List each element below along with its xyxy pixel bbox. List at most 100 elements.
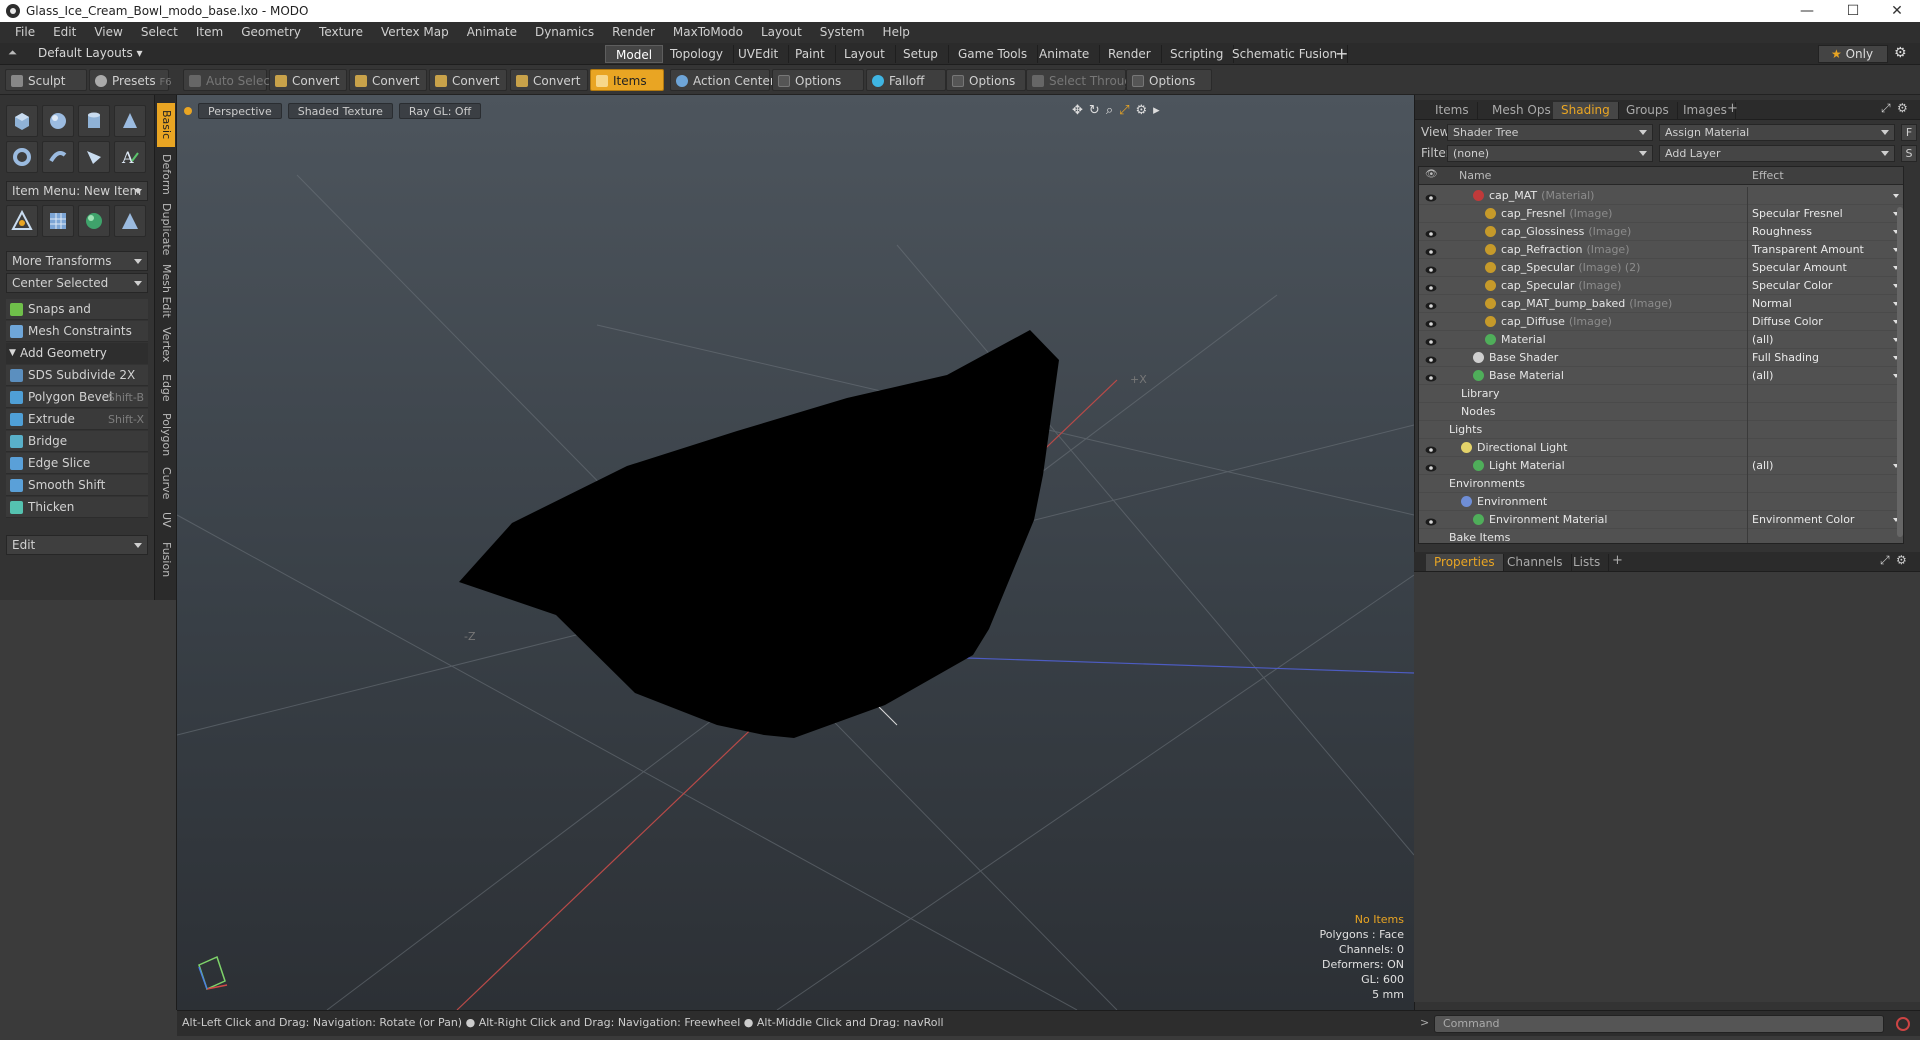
menu-dynamics[interactable]: Dynamics bbox=[526, 22, 603, 43]
shader-tree-row[interactable]: Directional Light bbox=[1419, 439, 1903, 457]
menu-geometry[interactable]: Geometry bbox=[232, 22, 310, 43]
only-toggle[interactable]: ★ Only bbox=[1818, 45, 1888, 63]
shader-tree-row[interactable]: cap_Diffuse (Image) Diffuse Color bbox=[1419, 313, 1903, 331]
f-button[interactable]: F bbox=[1901, 124, 1917, 141]
vtab-curve[interactable]: Curve bbox=[157, 463, 175, 503]
maximize-button[interactable]: ☐ bbox=[1830, 0, 1876, 22]
visibility-eye-icon[interactable] bbox=[1425, 335, 1437, 346]
convert-vertices-button[interactable]: Convert bbox=[269, 69, 347, 91]
menu-render[interactable]: Render bbox=[603, 22, 664, 43]
tab-channels[interactable]: Channels bbox=[1499, 554, 1572, 571]
auto-select-button[interactable]: Auto Select bbox=[183, 69, 275, 91]
menu-view[interactable]: View bbox=[85, 22, 131, 43]
tab-shading[interactable]: Shading bbox=[1553, 102, 1619, 119]
shader-tree-row[interactable]: Bake Items bbox=[1419, 529, 1903, 543]
vtab-basic[interactable]: Basic bbox=[157, 103, 175, 147]
menu-layout[interactable]: Layout bbox=[752, 22, 811, 43]
cone-icon[interactable] bbox=[114, 105, 146, 137]
layer-effect-dropdown[interactable]: Normal bbox=[1750, 295, 1903, 313]
polygon-bevel-button[interactable]: Polygon Bevel Shift-B bbox=[6, 387, 148, 408]
shader-tree-row[interactable]: Environment bbox=[1419, 493, 1903, 511]
command-input[interactable]: Command bbox=[1434, 1015, 1884, 1033]
vtab-polygon[interactable]: Polygon bbox=[157, 409, 175, 461]
presets-button[interactable]: Presets F6 bbox=[89, 69, 172, 91]
shader-tree-row[interactable]: Library bbox=[1419, 385, 1903, 403]
convert-polygons-button[interactable]: Convert bbox=[429, 69, 507, 91]
convert-items-button[interactable]: Convert bbox=[510, 69, 588, 91]
tube-icon[interactable] bbox=[42, 141, 74, 173]
menu-texture[interactable]: Texture bbox=[310, 22, 372, 43]
menu-item[interactable]: Item bbox=[187, 22, 232, 43]
effect-column-header[interactable]: Effect bbox=[1752, 169, 1784, 182]
shader-tree-row[interactable]: Base Shader Full Shading bbox=[1419, 349, 1903, 367]
tab-animate[interactable]: Animate bbox=[1029, 45, 1101, 63]
sphere-icon[interactable] bbox=[42, 105, 74, 137]
maximize-viewport-icon[interactable]: ⤢ bbox=[1119, 103, 1129, 118]
perspective-view-button[interactable]: Perspective bbox=[198, 103, 282, 119]
shader-tree-row[interactable]: Nodes bbox=[1419, 403, 1903, 421]
expand-right-icon[interactable]: ▸ bbox=[1153, 103, 1160, 118]
layer-effect-dropdown[interactable]: Specular Amount bbox=[1750, 259, 1903, 277]
layer-effect-dropdown[interactable]: Full Shading bbox=[1750, 349, 1903, 367]
tab-setup[interactable]: Setup bbox=[893, 45, 949, 63]
convert-edges-button[interactable]: Convert bbox=[349, 69, 427, 91]
pan-icon[interactable]: ✥ bbox=[1072, 103, 1083, 118]
tab-schematic-fusion[interactable]: Schematic Fusion bbox=[1222, 45, 1349, 63]
cube-icon[interactable] bbox=[6, 105, 38, 137]
menu-vertex-map[interactable]: Vertex Map bbox=[372, 22, 458, 43]
menu-help[interactable]: Help bbox=[874, 22, 919, 43]
shader-tree-row[interactable]: cap_MAT_bump_baked (Image) Normal bbox=[1419, 295, 1903, 313]
zoom-icon[interactable]: ⌕ bbox=[1106, 103, 1113, 118]
menu-file[interactable]: File bbox=[6, 22, 44, 43]
shader-tree-row[interactable]: Lights bbox=[1419, 421, 1903, 439]
item-menu-dropdown[interactable]: Item Menu: New Item bbox=[6, 181, 148, 201]
rotate-icon[interactable]: ↻ bbox=[1089, 103, 1100, 118]
shading-mode-button[interactable]: Shaded Texture bbox=[287, 103, 393, 119]
menu-maxtomodo[interactable]: MaxToModo bbox=[664, 22, 752, 43]
edit-dropdown[interactable]: Edit bbox=[6, 535, 148, 555]
add-layer-dropdown[interactable]: Add Layer bbox=[1659, 145, 1895, 162]
visibility-eye-icon[interactable] bbox=[1425, 227, 1437, 238]
tab-properties[interactable]: Properties bbox=[1426, 554, 1504, 571]
visibility-eye-icon[interactable] bbox=[1425, 371, 1437, 382]
falloff-options-button[interactable]: Options bbox=[946, 69, 1026, 91]
viewport-settings-icon[interactable]: ⚙ bbox=[1136, 103, 1148, 118]
s-button[interactable]: S bbox=[1901, 145, 1917, 162]
layer-effect-dropdown[interactable]: Environment Color bbox=[1750, 511, 1903, 529]
menu-animate[interactable]: Animate bbox=[458, 22, 526, 43]
tab-uvedit[interactable]: UVEdit bbox=[728, 45, 790, 63]
shader-tree-row[interactable]: Environment Material Environment Color bbox=[1419, 511, 1903, 529]
view-dropdown[interactable]: Shader Tree bbox=[1447, 124, 1653, 141]
menu-system[interactable]: System bbox=[811, 22, 874, 43]
visibility-eye-icon[interactable] bbox=[1425, 443, 1437, 454]
layout-collapse-icon[interactable]: ⏶ bbox=[8, 46, 17, 60]
tab-model[interactable]: Model bbox=[605, 45, 664, 63]
action-center-button[interactable]: Action Center bbox=[670, 69, 775, 91]
layer-effect-dropdown[interactable]: Specular Color bbox=[1750, 277, 1903, 295]
tab-topology[interactable]: Topology bbox=[660, 45, 734, 63]
tree-scrollbar[interactable] bbox=[1897, 207, 1903, 537]
layer-effect-dropdown[interactable]: (all) bbox=[1750, 331, 1903, 349]
ice-cream-bowl-mesh[interactable] bbox=[459, 330, 1059, 738]
globe-icon[interactable] bbox=[78, 205, 110, 237]
action-center-options-button[interactable]: Options bbox=[772, 69, 864, 91]
shader-tree-row[interactable]: Light Material (all) bbox=[1419, 457, 1903, 475]
smooth-shift-button[interactable]: Smooth Shift bbox=[6, 475, 148, 496]
layer-effect-dropdown[interactable]: Specular Fresnel bbox=[1750, 205, 1903, 223]
shader-tree-row[interactable]: cap_MAT (Material) bbox=[1419, 187, 1903, 205]
spotlight-icon[interactable] bbox=[114, 205, 146, 237]
raygl-toggle-button[interactable]: Ray GL: Off bbox=[398, 103, 482, 119]
visibility-eye-icon[interactable] bbox=[1425, 281, 1437, 292]
menu-edit[interactable]: Edit bbox=[44, 22, 85, 43]
shader-tree-row[interactable]: Environments bbox=[1419, 475, 1903, 493]
text-tool-icon[interactable]: A bbox=[114, 141, 146, 173]
tab-render[interactable]: Render bbox=[1098, 45, 1162, 63]
layer-effect-dropdown[interactable]: Transparent Amount bbox=[1750, 241, 1903, 259]
visibility-eye-icon[interactable] bbox=[1425, 461, 1437, 472]
vtab-fusion[interactable]: Fusion bbox=[157, 537, 175, 583]
tab-mesh-ops[interactable]: Mesh Ops bbox=[1484, 102, 1560, 119]
close-button[interactable]: ✕ bbox=[1874, 0, 1920, 22]
sculpt-button[interactable]: Sculpt bbox=[5, 69, 87, 91]
vtab-uv[interactable]: UV bbox=[157, 505, 175, 535]
vtab-deform[interactable]: Deform bbox=[157, 151, 175, 197]
